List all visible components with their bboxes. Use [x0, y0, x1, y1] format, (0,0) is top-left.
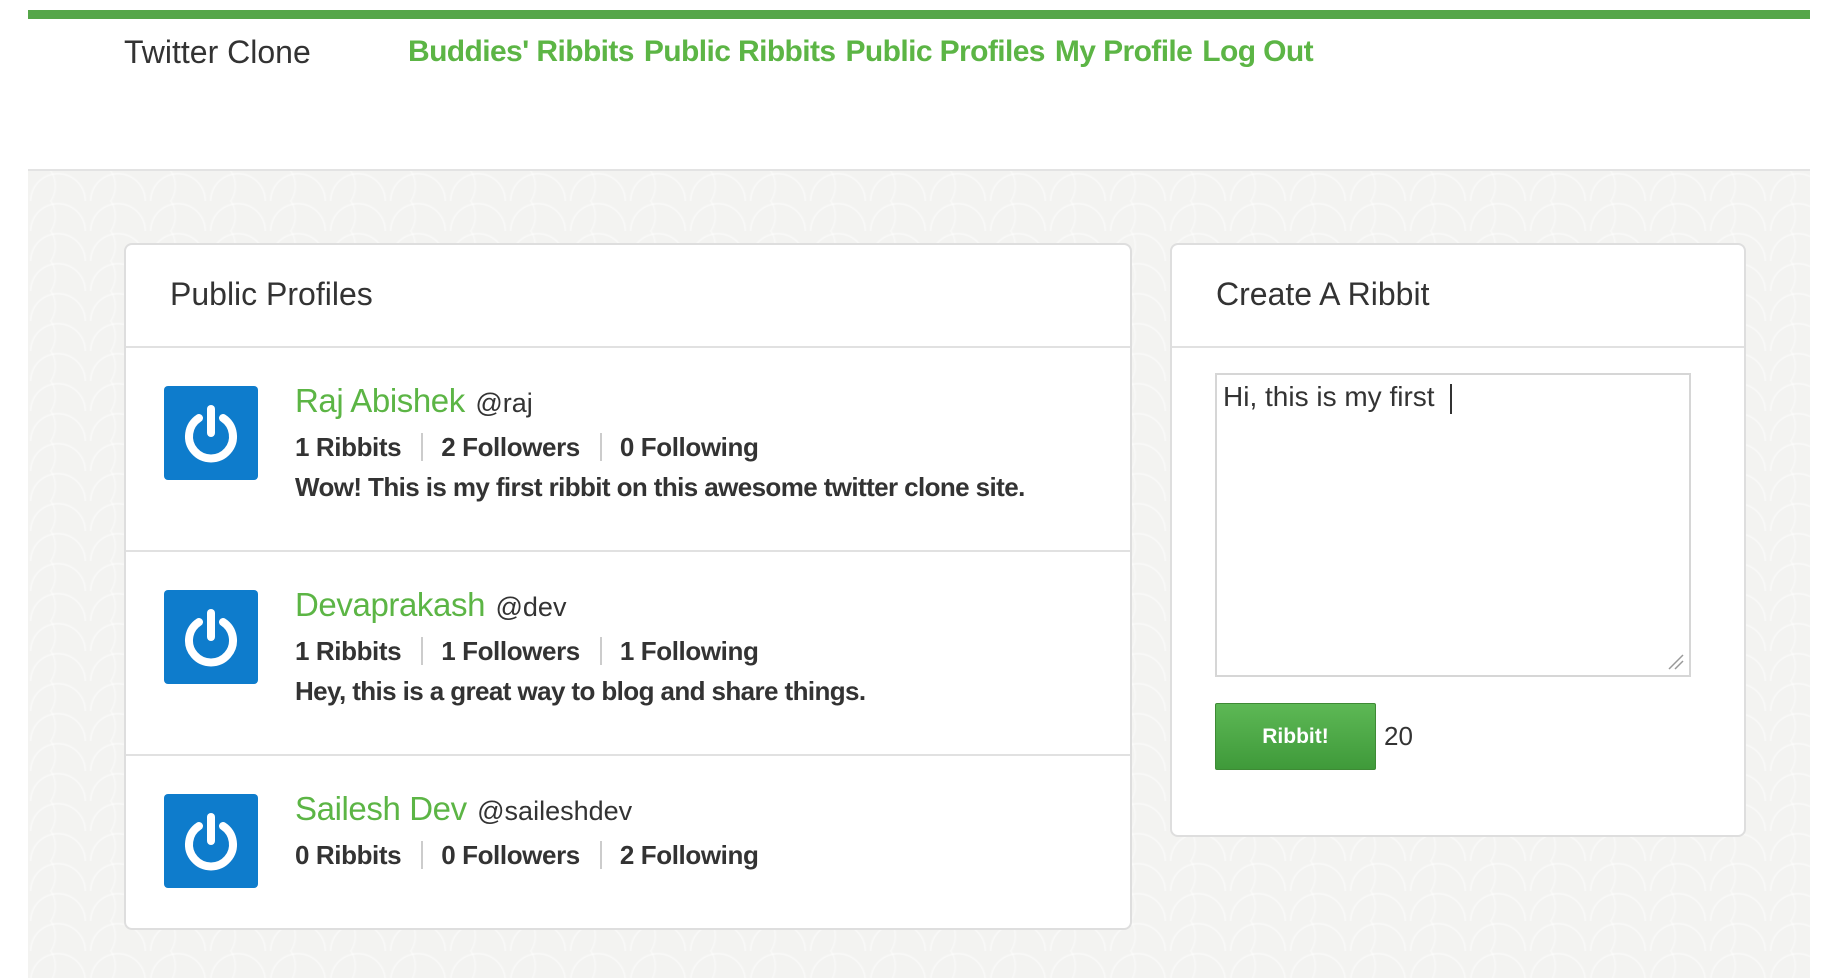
page-frame: Twitter Clone Buddies' Ribbits Public Ri… [28, 0, 1810, 978]
ribbits-count: 1 Ribbits [295, 637, 424, 665]
ribbits-count: 0 Ribbits [295, 841, 424, 869]
followers-count: 0 Followers [441, 841, 602, 869]
nav-public-profiles[interactable]: Public Profiles [846, 27, 1046, 77]
char-count: 20 [1384, 721, 1413, 751]
followers-count: 1 Followers [441, 637, 602, 665]
profile-item: Sailesh Dev @saileshdev 0 Ribbits 0 Foll… [126, 756, 1130, 960]
followers-count: 2 Followers [441, 433, 602, 461]
resize-grip-icon[interactable] [1665, 651, 1685, 671]
profile-name[interactable]: Sailesh Dev [295, 790, 467, 827]
main-nav: Buddies' Ribbits Public Ribbits Public P… [408, 27, 1314, 77]
name-line: Sailesh Dev @saileshdev [295, 786, 1110, 839]
text-caret [1450, 383, 1453, 414]
profile-body: Sailesh Dev @saileshdev 0 Ribbits 0 Foll… [295, 786, 1110, 869]
panel-title: Public Profiles [126, 245, 1130, 348]
content-area: Public Profiles Raj Abishek @raj 1 Ribbi… [28, 171, 1810, 978]
profile-body: Raj Abishek @raj 1 Ribbits 2 Followers 0… [295, 378, 1110, 511]
power-icon [185, 405, 237, 463]
ribbit-textarea-value: Hi, this is my first [1223, 379, 1453, 415]
following-count: 2 Following [619, 840, 759, 870]
profile-item: Raj Abishek @raj 1 Ribbits 2 Followers 0… [126, 348, 1130, 552]
top-accent-bar [28, 10, 1810, 19]
nav-public-ribbits[interactable]: Public Ribbits [644, 27, 836, 77]
profile-stats: 1 Ribbits 2 Followers 0 Following [295, 433, 1110, 461]
profile-item: Devaprakash @dev 1 Ribbits 1 Followers 1… [126, 552, 1130, 756]
avatar[interactable] [164, 386, 258, 480]
brand-title[interactable]: Twitter Clone [124, 27, 311, 77]
avatar[interactable] [164, 794, 258, 888]
power-icon [185, 609, 237, 667]
create-ribbit-panel: Create A Ribbit Hi, this is my first Rib… [1170, 243, 1746, 837]
latest-ribbit: Hey, this is a great way to blog and sha… [295, 676, 866, 706]
power-icon [185, 813, 237, 871]
following-count: 1 Following [619, 636, 759, 666]
following-count: 0 Following [619, 432, 759, 462]
site-header: Twitter Clone Buddies' Ribbits Public Ri… [28, 19, 1810, 171]
profile-handle: @saileshdev [477, 796, 633, 826]
avatar[interactable] [164, 590, 258, 684]
profile-stats: 0 Ribbits 0 Followers 2 Following [295, 841, 1110, 869]
profile-handle: @dev [495, 592, 567, 622]
ribbits-count: 1 Ribbits [295, 433, 424, 461]
latest-ribbit: Wow! This is my first ribbit on this awe… [295, 472, 1025, 502]
name-line: Devaprakash @dev [295, 582, 1110, 635]
profile-name[interactable]: Devaprakash [295, 586, 485, 623]
nav-log-out[interactable]: Log Out [1202, 27, 1313, 77]
profile-name[interactable]: Raj Abishek [295, 382, 465, 419]
nav-my-profile[interactable]: My Profile [1055, 27, 1193, 77]
nav-buddies-ribbits[interactable]: Buddies' Ribbits [408, 27, 634, 77]
profile-body: Devaprakash @dev 1 Ribbits 1 Followers 1… [295, 582, 1110, 715]
ribbit-submit-button[interactable]: Ribbit! [1215, 703, 1376, 770]
profile-handle: @raj [475, 388, 533, 418]
name-line: Raj Abishek @raj [295, 378, 1110, 431]
profile-stats: 1 Ribbits 1 Followers 1 Following [295, 637, 1110, 665]
ribbit-textarea[interactable]: Hi, this is my first [1215, 373, 1691, 677]
panel-title: Create A Ribbit [1172, 245, 1744, 348]
public-profiles-panel: Public Profiles Raj Abishek @raj 1 Ribbi… [124, 243, 1132, 930]
